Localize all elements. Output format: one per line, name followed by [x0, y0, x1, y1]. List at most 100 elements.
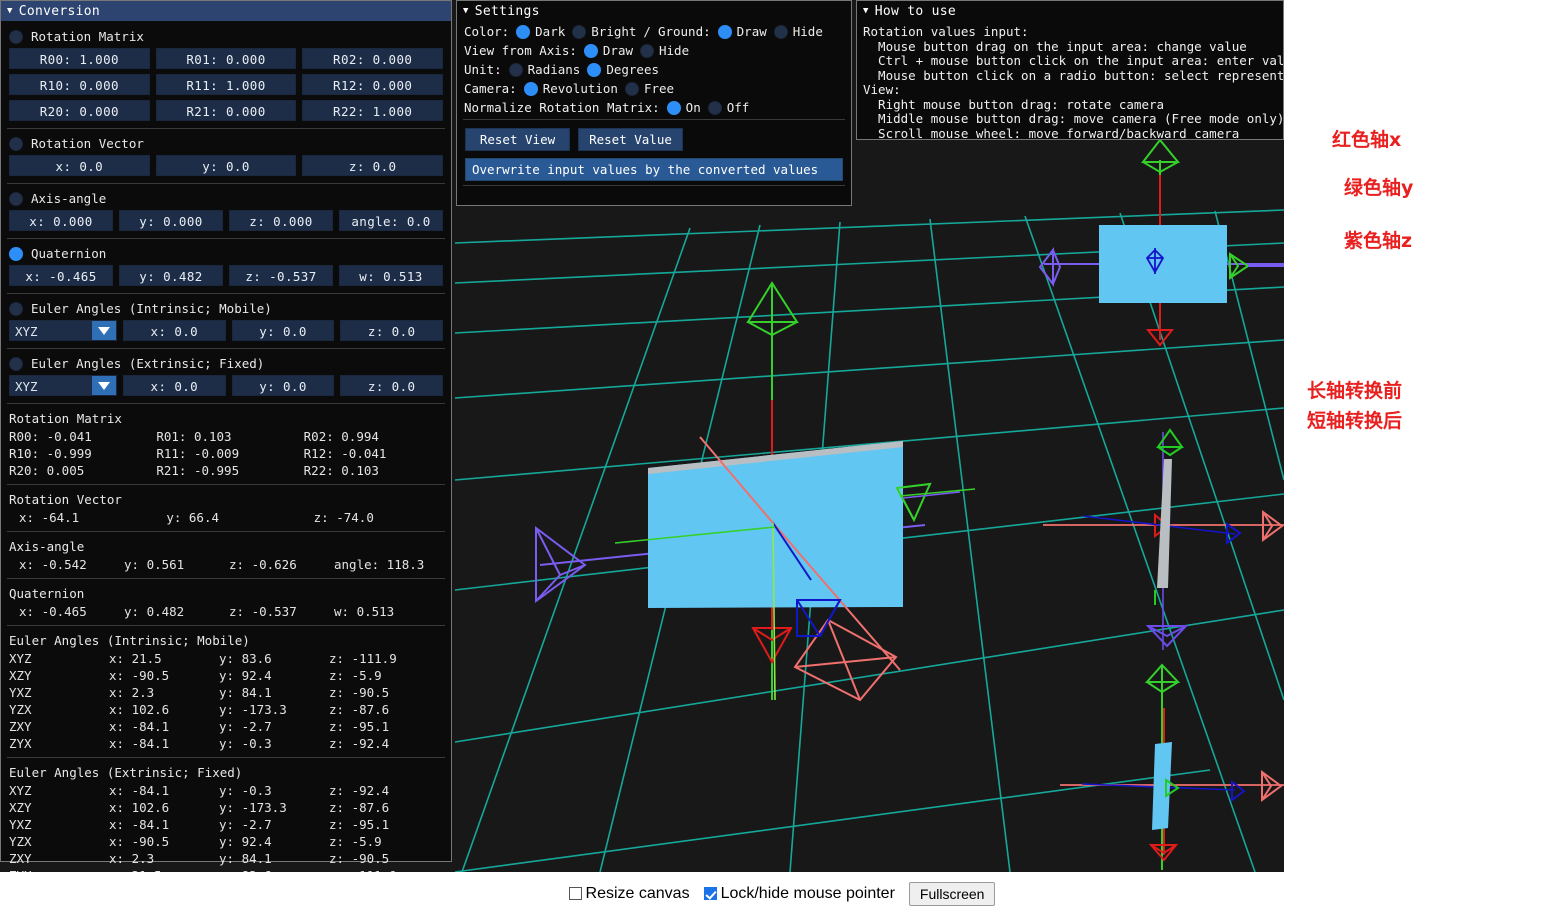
result-cell: ZYX: [9, 736, 32, 751]
value-input[interactable]: angle: 0.0: [339, 210, 443, 231]
collapse-triangle-icon[interactable]: ▼: [7, 6, 13, 16]
conversion-section-0[interactable]: Rotation Matrix: [1, 25, 451, 48]
radio-icon[interactable]: [707, 100, 722, 115]
howto-panel-header[interactable]: ▼ How to use: [857, 1, 1283, 22]
value-input[interactable]: R01: 0.000: [155, 48, 297, 69]
result-title: Quaternion: [9, 586, 85, 601]
result-row: R20: 0.005 R21: -0.995 R22: 0.103: [1, 462, 451, 479]
overwrite-values-button[interactable]: Overwrite input values by the converted …: [465, 158, 843, 181]
conversion-panel-header[interactable]: ▼ Conversion: [1, 1, 451, 22]
settings-row-label-2: Ground:: [657, 24, 711, 39]
result-row: XZY x: -90.5 y: 92.4 z: -5.9: [1, 667, 451, 684]
value-input[interactable]: R12: 0.000: [302, 74, 444, 95]
value-input[interactable]: R21: 0.000: [155, 100, 297, 121]
value-input[interactable]: x: 0.0: [9, 155, 150, 176]
radio-icon[interactable]: [624, 81, 639, 96]
value-input[interactable]: R22: 1.000: [302, 100, 444, 121]
conversion-section-3[interactable]: Quaternion: [1, 242, 451, 265]
value-input[interactable]: x: 0.0: [123, 320, 226, 341]
value-input[interactable]: z: 0.0: [302, 155, 444, 176]
settings-option-label: Degrees: [606, 62, 660, 77]
howto-title: How to use: [874, 4, 956, 19]
divider: [7, 348, 445, 349]
result-cell: y: 0.482: [124, 604, 185, 619]
value-input[interactable]: y: 0.0: [155, 155, 297, 176]
value-input[interactable]: z: 0.000: [229, 210, 333, 231]
radio-icon[interactable]: [9, 29, 23, 44]
value-input[interactable]: z: 0.0: [340, 375, 444, 396]
settings-option[interactable]: Radians: [508, 62, 580, 77]
checkbox-box[interactable]: [703, 887, 717, 900]
resize-canvas-checkbox[interactable]: Resize canvas: [568, 885, 690, 903]
settings-row: Unit: Radians Degrees: [457, 60, 851, 79]
radio-icon[interactable]: [9, 301, 23, 316]
settings-option[interactable]: Off: [707, 100, 749, 115]
euler-order-select[interactable]: XYZ: [9, 320, 117, 341]
value-input[interactable]: x: 0.0: [123, 375, 226, 396]
lock-pointer-checkbox[interactable]: Lock/hide mouse pointer: [703, 885, 895, 903]
value-input[interactable]: y: 0.482: [119, 265, 223, 286]
value-input[interactable]: y: 0.0: [231, 320, 335, 341]
settings-row: Camera: Revolution Free: [457, 79, 851, 98]
collapse-triangle-icon[interactable]: ▼: [463, 7, 469, 16]
checkbox-box[interactable]: [568, 887, 582, 900]
settings-panel-header[interactable]: ▼ Settings: [457, 1, 851, 22]
reset-view-button[interactable]: Reset View: [465, 128, 570, 151]
value-input[interactable]: y: 0.000: [119, 210, 223, 231]
conversion-section-4[interactable]: Euler Angles (Intrinsic; Mobile): [1, 297, 451, 320]
value-input[interactable]: R00: 1.000: [9, 48, 150, 69]
value-input[interactable]: y: 0.0: [231, 375, 335, 396]
value-input[interactable]: x: 0.000: [9, 210, 113, 231]
collapse-triangle-icon[interactable]: ▼: [863, 7, 869, 16]
settings-option[interactable]: Free: [624, 81, 674, 96]
radio-icon[interactable]: [9, 246, 23, 261]
radio-icon[interactable]: [583, 43, 598, 58]
euler-order-select[interactable]: XYZ: [9, 375, 117, 396]
value-input[interactable]: z: -0.537: [229, 265, 333, 286]
result-title: Euler Angles (Extrinsic; Fixed): [9, 765, 243, 780]
radio-icon[interactable]: [640, 43, 654, 58]
divider: [7, 293, 445, 294]
fullscreen-button[interactable]: Fullscreen: [908, 881, 996, 906]
value-input[interactable]: R11: 1.000: [155, 74, 297, 95]
radio-icon[interactable]: [508, 62, 523, 77]
radio-icon[interactable]: [666, 100, 681, 115]
value-input[interactable]: R20: 0.000: [9, 100, 150, 121]
result-cell: x: -84.1: [109, 719, 170, 734]
value-input[interactable]: z: 0.0: [340, 320, 444, 341]
value-input[interactable]: w: 0.513: [339, 265, 443, 286]
radio-icon[interactable]: [523, 81, 538, 96]
conversion-section-2[interactable]: Axis-angle: [1, 187, 451, 210]
reset-value-button[interactable]: Reset Value: [578, 128, 683, 151]
settings-option-label: Revolution: [542, 81, 618, 96]
settings-option[interactable]: Draw: [717, 24, 767, 39]
conversion-section-label: Rotation Vector: [31, 136, 144, 151]
radio-icon[interactable]: [9, 191, 23, 206]
settings-option[interactable]: Draw: [583, 43, 633, 58]
settings-option[interactable]: Bright: [572, 24, 636, 39]
radio-icon[interactable]: [773, 24, 788, 39]
radio-icon[interactable]: [9, 136, 23, 151]
result-cell: z: -5.9: [329, 668, 382, 683]
chevron-down-icon[interactable]: [92, 376, 116, 395]
chevron-down-icon[interactable]: [92, 321, 116, 340]
value-input[interactable]: R10: 0.000: [9, 74, 150, 95]
radio-icon[interactable]: [572, 24, 587, 39]
result-title: Rotation Vector: [9, 492, 122, 507]
settings-option[interactable]: Dark: [516, 24, 565, 39]
value-input[interactable]: R02: 0.000: [302, 48, 444, 69]
settings-option[interactable]: On: [666, 100, 701, 115]
conversion-section-1[interactable]: Rotation Vector: [1, 132, 451, 155]
radio-icon[interactable]: [717, 24, 732, 39]
result-cell: XZY: [9, 668, 32, 683]
settings-option[interactable]: Degrees: [587, 62, 659, 77]
settings-option[interactable]: Hide: [773, 24, 823, 39]
radio-icon[interactable]: [587, 62, 602, 77]
settings-option[interactable]: Hide: [640, 43, 689, 58]
radio-icon[interactable]: [516, 24, 531, 39]
radio-icon[interactable]: [9, 356, 23, 371]
settings-option-label: Dark: [535, 24, 566, 39]
value-input[interactable]: x: -0.465: [9, 265, 113, 286]
conversion-section-5[interactable]: Euler Angles (Extrinsic; Fixed): [1, 352, 451, 375]
settings-option[interactable]: Revolution: [523, 81, 618, 96]
